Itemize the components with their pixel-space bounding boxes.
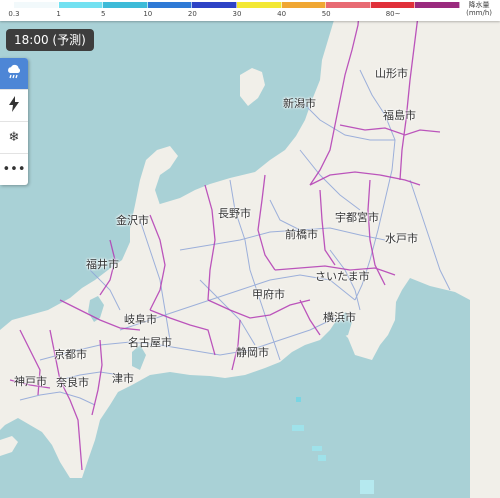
snowflake-icon: ❄ [8, 130, 20, 145]
city-label[interactable]: 名古屋市 [128, 334, 172, 350]
city-label[interactable]: 長野市 [218, 205, 251, 221]
legend-swatch [281, 2, 327, 8]
more-dots-icon: ••• [2, 162, 26, 177]
legend-tick-label: 0.3 [8, 10, 20, 18]
rain-cell [318, 455, 326, 461]
legend-tick-label: 80~ [385, 10, 401, 18]
rain-layer-button[interactable] [0, 58, 28, 90]
legend-swatch [415, 2, 460, 8]
city-label[interactable]: 前橋市 [285, 226, 318, 242]
rain-cloud-icon [6, 64, 22, 84]
legend-swatch [326, 2, 371, 8]
legend-ticks: 0.3 1 5 10 20 30 40 50 80~ [0, 10, 470, 20]
legend-swatch [58, 2, 104, 8]
city-label[interactable]: 京都市 [54, 346, 87, 362]
rain-cell [312, 446, 322, 451]
city-label[interactable]: 津市 [112, 370, 134, 386]
legend-swatch [370, 2, 416, 8]
precipitation-legend: 0.3 1 5 10 20 30 40 50 80~ 降水量 (mm/h) [0, 0, 500, 21]
city-label[interactable]: 新潟市 [283, 95, 316, 111]
more-button[interactable]: ••• [0, 154, 28, 185]
legend-swatch [192, 2, 237, 8]
rain-cell [292, 425, 304, 431]
legend-tick-label: 5 [100, 10, 106, 18]
city-label[interactable]: 宇都宮市 [335, 209, 379, 225]
legend-swatch [14, 2, 59, 8]
city-label[interactable]: さいたま市 [315, 268, 370, 284]
legend-color-scale [14, 2, 460, 8]
city-label[interactable]: 金沢市 [116, 212, 149, 228]
rain-cell [296, 397, 301, 402]
layer-toolbar: ❄ ••• [0, 58, 28, 185]
forecast-time-label[interactable]: 18:00 (予測) [6, 29, 94, 51]
city-label[interactable]: 奈良市 [56, 374, 89, 390]
city-label[interactable]: 水戸市 [385, 230, 418, 246]
legend-swatch [103, 2, 148, 8]
city-label[interactable]: 福島市 [383, 107, 416, 123]
city-label[interactable]: 岐阜市 [124, 311, 157, 327]
city-label[interactable]: 横浜市 [323, 309, 356, 325]
legend-tick-label: 50 [321, 10, 331, 18]
legend-unit-value: (mm/h) [466, 9, 492, 17]
legend-unit-title: 降水量 [468, 1, 490, 9]
legend-tick-label: 1 [56, 10, 61, 18]
legend-tick-label: 30 [232, 10, 242, 18]
legend-swatch [236, 2, 282, 8]
city-label[interactable]: 静岡市 [236, 344, 269, 360]
legend-unit: 降水量 (mm/h) [466, 1, 492, 17]
rain-cell [360, 480, 374, 494]
legend-swatch [147, 2, 193, 8]
city-label[interactable]: 福井市 [86, 256, 119, 272]
legend-tick-label: 10 [143, 10, 153, 18]
city-label[interactable]: 甲府市 [252, 286, 285, 302]
city-label[interactable]: 神戸市 [14, 373, 47, 389]
snow-layer-button[interactable]: ❄ [0, 122, 28, 154]
map-canvas[interactable] [0, 0, 500, 498]
lightning-layer-button[interactable] [0, 90, 28, 122]
city-label[interactable]: 山形市 [375, 65, 408, 81]
legend-tick-label: 20 [187, 10, 197, 18]
legend-tick-label: 40 [277, 10, 287, 18]
lightning-icon [8, 95, 20, 116]
